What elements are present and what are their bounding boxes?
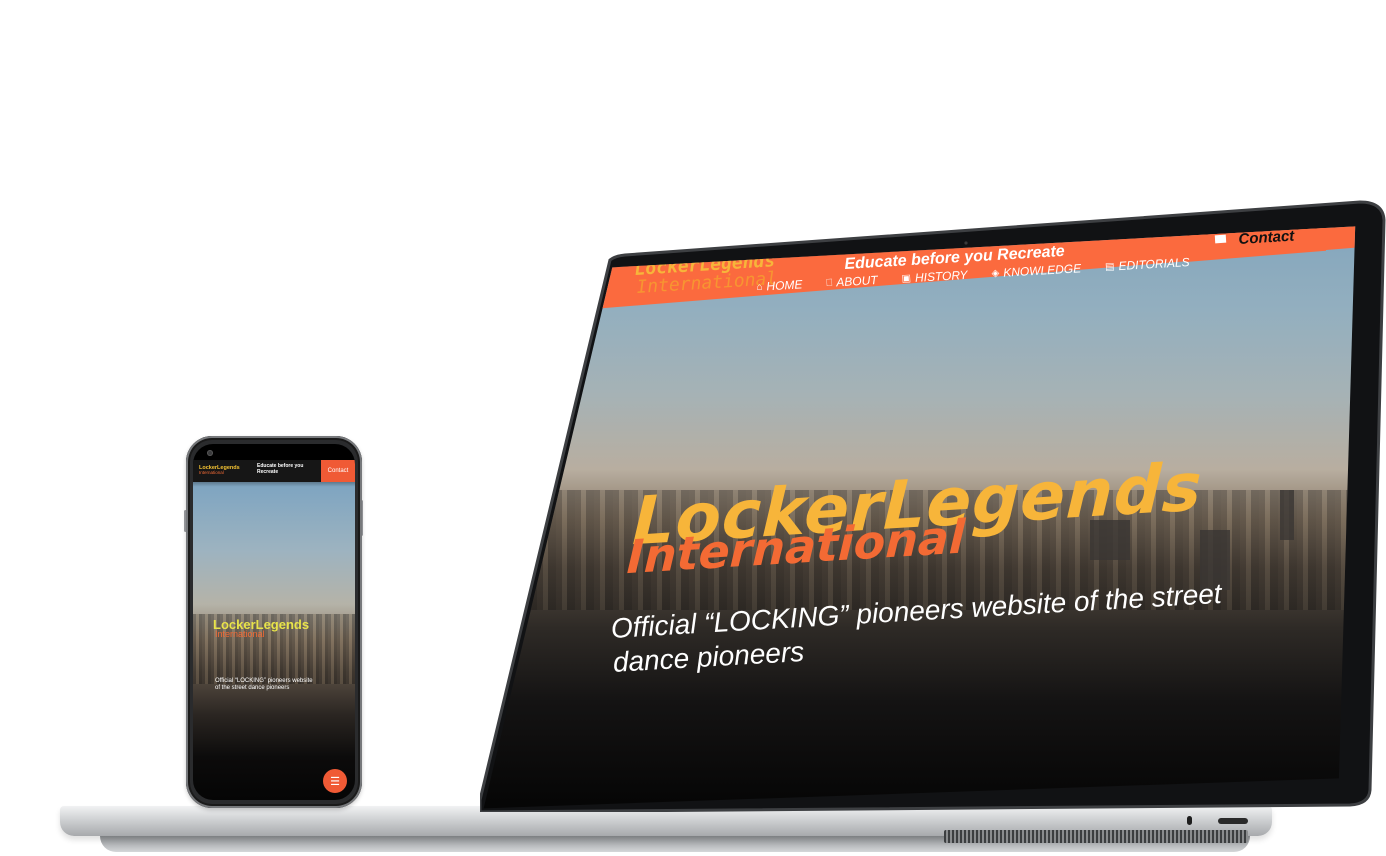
phone-screen: LockerLegends International Educate befo… (193, 444, 355, 800)
hamburger-icon: ☰ (330, 775, 340, 788)
document-icon: ▤ (1104, 260, 1115, 273)
mail-icon (1214, 234, 1227, 244)
nav-item-home[interactable]: ⌂ HOME (756, 277, 803, 294)
skyline-tower (1280, 490, 1294, 540)
mobile-logo-sub[interactable]: International (199, 470, 224, 475)
cube-icon: ◈ (991, 267, 1000, 279)
book-icon: ⎕ (826, 277, 833, 289)
webcam-icon (964, 241, 968, 245)
phone: LockerLegends International Educate befo… (186, 436, 362, 808)
nav-item-about[interactable]: ⎕ ABOUT (826, 273, 878, 290)
mobile-tagline: Educate before you Recreate (257, 463, 304, 475)
laptop-port (1218, 818, 1248, 824)
laptop: Contact LockerLegends International Educ… (480, 200, 1386, 812)
nav-label: ABOUT (835, 273, 878, 290)
laptop-lid: Contact LockerLegends International Educ… (480, 200, 1386, 812)
mobile-contact-button[interactable]: Contact (321, 460, 355, 482)
mobile-hero-description: Official “LOCKING” pioneers website of t… (215, 678, 313, 691)
laptop-vent (944, 830, 1248, 843)
mobile-hero-subtitle: International (215, 629, 265, 639)
laptop-indicator (1187, 816, 1192, 825)
scroll-icon: ▣ (901, 272, 912, 285)
mobile-menu-button[interactable]: ☰ (323, 769, 347, 793)
nav-label: HOME (766, 277, 803, 294)
laptop-screen: Contact LockerLegends International Educ… (483, 226, 1356, 809)
phone-camera-icon (207, 450, 213, 456)
device-mockup-scene: Contact LockerLegends International Educ… (0, 0, 1386, 856)
home-icon: ⌂ (756, 281, 763, 293)
